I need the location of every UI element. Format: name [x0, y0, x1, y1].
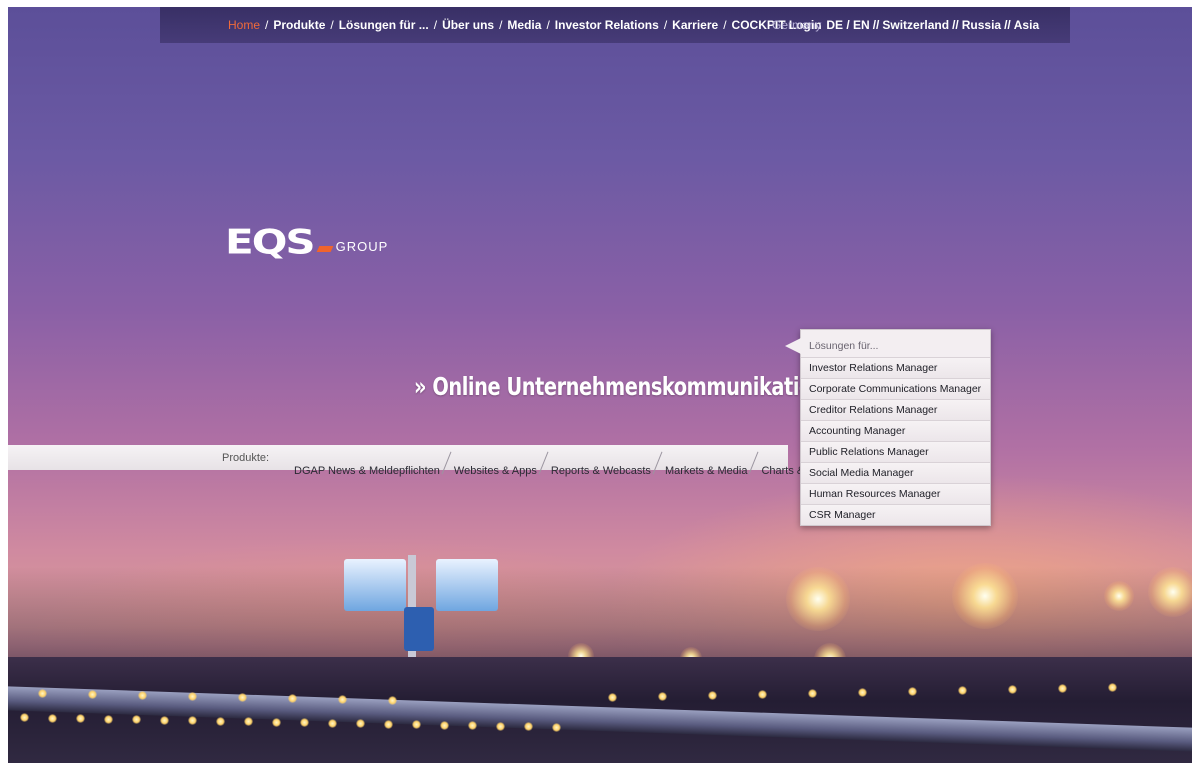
- region-separator: //: [872, 18, 880, 32]
- nav-item-ueber-uns[interactable]: Über uns: [442, 18, 494, 32]
- nav-separator: /: [546, 18, 550, 32]
- road-sign: [344, 559, 406, 611]
- nav-item-loesungen[interactable]: Lösungen für ...: [339, 18, 429, 32]
- dropdown-title: Lösungen für...: [809, 340, 879, 352]
- dropdown-item-csr-manager[interactable]: CSR Manager: [801, 504, 990, 525]
- nav-separator: /: [723, 18, 727, 32]
- nav-separator: /: [330, 18, 334, 32]
- product-divider: [442, 457, 452, 479]
- logo-subtitle: GROUP: [335, 239, 389, 254]
- street-light-glow: [1148, 567, 1192, 617]
- region-separator: //: [952, 18, 959, 32]
- products-bar: Produkte: DGAP News & Meldepflichten Webs…: [8, 445, 833, 477]
- product-link-dgap-news[interactable]: DGAP News & Meldepflichten: [294, 465, 440, 477]
- region-asia[interactable]: Asia: [1014, 18, 1039, 32]
- nav-item-produkte[interactable]: Produkte: [273, 18, 325, 32]
- nav-item-investor-relations[interactable]: Investor Relations: [555, 18, 659, 32]
- dropdown-item-investor-relations-manager[interactable]: Investor Relations Manager: [801, 357, 990, 378]
- logo-accent-dash: [316, 246, 334, 252]
- street-light-glow: [1104, 581, 1134, 611]
- region-switzerland[interactable]: Switzerland: [882, 18, 949, 32]
- region-nav: Germany DE / EN//Switzerland//Russia//Asi…: [772, 18, 1039, 32]
- dropdown-item-social-media-manager[interactable]: Social Media Manager: [801, 462, 990, 483]
- product-divider: [653, 457, 663, 479]
- road-sign: [436, 559, 498, 611]
- nav-separator: /: [499, 18, 503, 32]
- nav-item-karriere[interactable]: Karriere: [672, 18, 718, 32]
- road-sign: [404, 607, 434, 651]
- nav-item-media[interactable]: Media: [507, 18, 541, 32]
- top-navigation: Home / Produkte / Lösungen für ... / Über uns /…: [160, 7, 1070, 43]
- street-light-glow: [786, 567, 850, 631]
- nav-separator: /: [663, 18, 668, 32]
- dropdown-item-corporate-communications-manager[interactable]: Corporate Communications Manager: [801, 378, 990, 399]
- dropdown-item-public-relations-manager[interactable]: Public Relations Manager: [801, 441, 990, 462]
- street-light-glow: [952, 563, 1018, 629]
- products-label: Produkte:: [222, 452, 270, 464]
- dropdown-item-accounting-manager[interactable]: Accounting Manager: [801, 420, 990, 441]
- dropdown-item-human-resources-manager[interactable]: Human Resources Manager: [801, 483, 990, 504]
- nav-separator: /: [433, 18, 438, 32]
- region-label: Germany: [772, 18, 822, 32]
- eqs-group-logo[interactable]: EQS GROUP: [225, 222, 389, 262]
- product-link-websites-apps[interactable]: Websites & Apps: [454, 465, 537, 477]
- region-separator: //: [1004, 18, 1011, 32]
- region-de-en[interactable]: DE / EN: [826, 18, 869, 32]
- product-divider: [539, 457, 549, 479]
- product-divider: [749, 457, 759, 479]
- products-list: DGAP News & Meldepflichten Websites & App…: [294, 452, 833, 477]
- dropdown-item-creditor-relations-manager[interactable]: Creditor Relations Manager: [801, 399, 990, 420]
- hero-headline: » Online Unternehmenskommunikation «: [414, 372, 844, 401]
- main-nav: Home / Produkte / Lösungen für ... / Über uns /…: [228, 18, 822, 32]
- loesungen-dropdown: Lösungen für... Investor Relations Manag…: [785, 329, 991, 526]
- logo-mark: EQS: [225, 222, 316, 262]
- product-link-reports-webcasts[interactable]: Reports & Webcasts: [551, 465, 651, 477]
- nav-item-home[interactable]: Home: [228, 18, 260, 32]
- nav-separator: /: [265, 18, 269, 32]
- region-russia[interactable]: Russia: [962, 18, 1001, 32]
- product-link-markets-media[interactable]: Markets & Media: [665, 465, 748, 477]
